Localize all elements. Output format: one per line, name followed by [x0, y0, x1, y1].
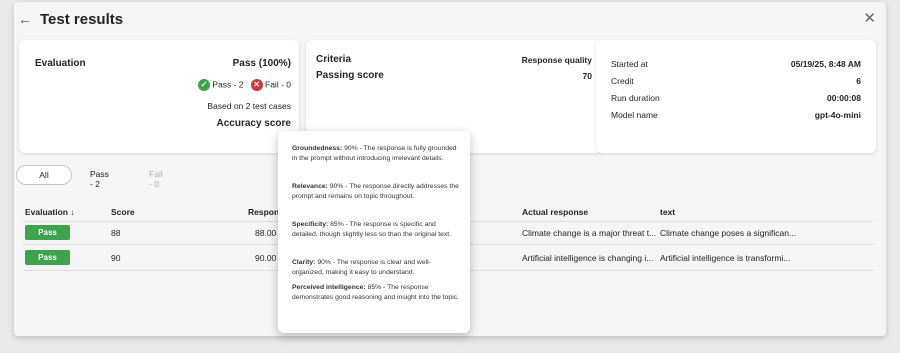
started-at-label: Started at	[611, 59, 648, 69]
column-header-text[interactable]: text	[660, 207, 675, 217]
passing-score-value: 70	[582, 71, 592, 81]
accuracy-label: Accuracy score	[216, 118, 292, 129]
evaluation-label: Evaluation	[35, 58, 86, 69]
tooltip-item-specificity: Specificity: 85% - The response is speci…	[292, 220, 460, 240]
passing-score-label: Passing score	[316, 70, 384, 81]
response-score-cell: 88.00	[255, 228, 277, 238]
tooltip-item-name: Specificity:	[292, 221, 329, 228]
score-cell: 88	[111, 228, 121, 238]
evaluation-card: Evaluation Pass (100%) ✓ Pass - 2 ✕ Fail…	[19, 40, 299, 153]
actual-response-cell: Artificial intelligence is changing i...	[522, 253, 654, 263]
credit-value: 6	[856, 76, 861, 86]
criteria-value: Response quality	[521, 55, 592, 65]
tooltip-item-name: Perceived intelligence:	[292, 284, 366, 291]
error-icon: ✕	[250, 79, 263, 91]
response-score-cell: 90.00	[255, 253, 277, 263]
tooltip-item-name: Clarity:	[292, 259, 316, 266]
tab-fail[interactable]: Fail - 0	[149, 169, 163, 189]
back-arrow-icon[interactable]: ←	[18, 11, 32, 27]
model-name-label: Model name	[611, 110, 658, 120]
pass-count: Pass - 2	[212, 79, 244, 90]
tab-all[interactable]: All	[16, 165, 72, 185]
fail-count: Fail - 0	[265, 79, 291, 90]
tab-pass[interactable]: Pass - 2	[90, 169, 109, 189]
run-details-card: Started at 05/19/25, 8:48 AM Credit 6 Ru…	[596, 40, 876, 153]
page-title: Test results	[40, 11, 124, 28]
tooltip-item-perceived-intelligence: Perceived intelligence: 85% - The respon…	[292, 283, 460, 303]
actual-response-cell: Climate change is a major threat t...	[522, 228, 657, 238]
check-icon: ✓	[197, 79, 210, 91]
tooltip-item-name: Relevance:	[292, 183, 328, 190]
pass-badge: Pass	[25, 250, 70, 265]
pass-fail-summary: ✓ Pass - 2 ✕ Fail - 0	[197, 79, 291, 91]
started-at-value: 05/19/25, 8:48 AM	[790, 59, 861, 69]
based-on-text: Based on 2 test cases	[207, 101, 291, 111]
text-cell: Climate change poses a significan...	[660, 228, 797, 238]
column-header-score[interactable]: Score	[111, 207, 135, 217]
tooltip-item-groundedness: Groundedness: 90% - The response is full…	[292, 144, 460, 164]
evaluation-result: Pass (100%)	[232, 58, 291, 69]
tooltip-item-clarity: Clarity: 90% - The response is clear and…	[292, 258, 460, 278]
tooltip-item-relevance: Relevance: 90% - The response directly a…	[292, 182, 460, 202]
credit-label: Credit	[611, 76, 634, 86]
criteria-label: Criteria	[316, 54, 352, 65]
header: ← Test results ✕	[14, 2, 886, 38]
score-cell: 90	[111, 253, 121, 263]
pass-badge: Pass	[25, 225, 70, 240]
close-icon[interactable]: ✕	[863, 9, 876, 27]
model-name-value: gpt-4o-mini	[814, 110, 861, 120]
text-cell: Artificial intelligence is transformi...	[660, 253, 791, 263]
tooltip-item-name: Groundedness:	[292, 145, 343, 152]
column-header-evaluation[interactable]: Evaluation ↓	[25, 207, 75, 217]
column-header-actual-response[interactable]: Actual response	[522, 207, 588, 217]
accuracy-breakdown-tooltip: Groundedness: 90% - The response is full…	[278, 131, 470, 333]
run-duration-value: 00:00:08	[826, 93, 861, 103]
run-duration-label: Run duration	[611, 93, 660, 103]
